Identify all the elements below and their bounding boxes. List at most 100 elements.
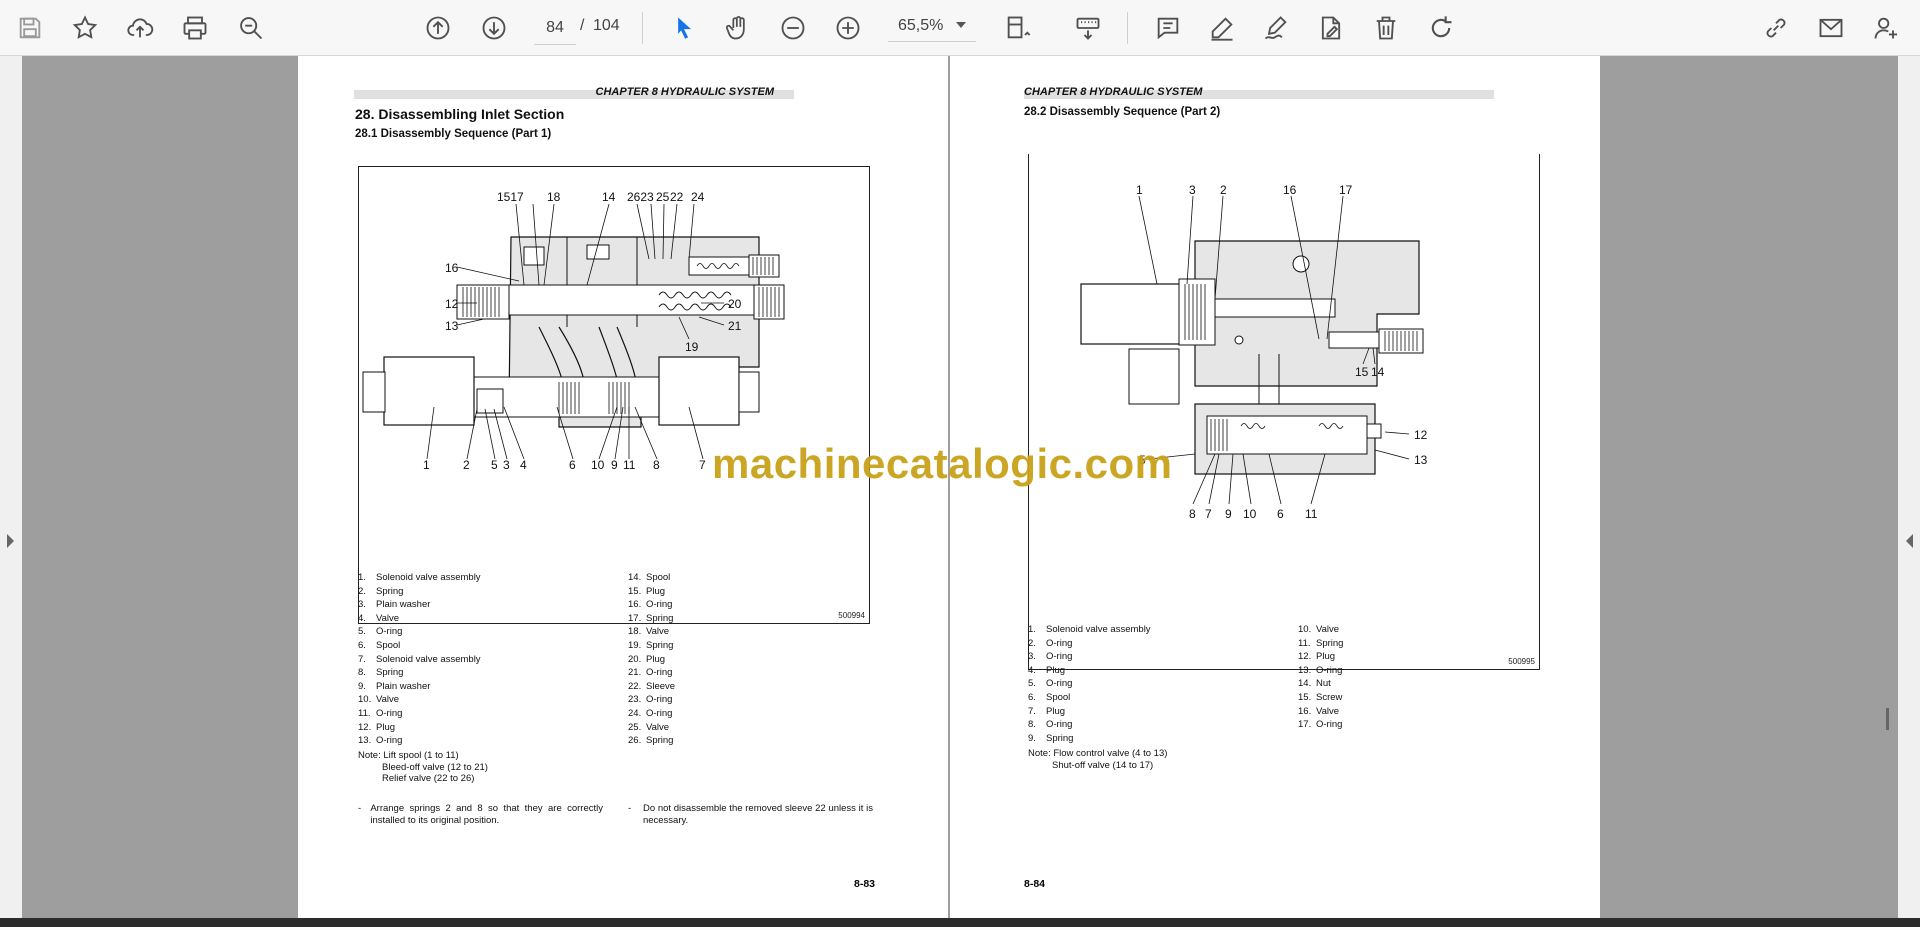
parts-list-col2: 14. Spool 15. Plug 16. O-ring 17. Spring 18.… (628, 571, 675, 748)
diagram-inlet-section-part2: 1 3 2 16 17 15 14 12 13 5 8 7 9 10 6 11 … (1028, 154, 1540, 670)
select-cursor-icon[interactable] (666, 10, 702, 46)
callout-9: 9 (1225, 507, 1232, 521)
list-item: 1. Solenoid valve assembly (1028, 624, 1151, 635)
page-up-icon[interactable] (420, 10, 456, 46)
share-link-icon[interactable] (1758, 10, 1794, 46)
callout-12: 12 (445, 297, 459, 311)
callout-5: 5 (491, 458, 498, 472)
callout-6: 6 (569, 458, 576, 472)
instruction-bullet: - Arrange springs 2 and 8 so that they ar… (358, 803, 603, 826)
list-item: 9. Spring (1028, 732, 1074, 744)
callout-24: 24 (691, 190, 705, 204)
list-item: 15. Plug (628, 585, 666, 597)
list-item: 11. O-ring (358, 707, 403, 719)
edit-document-icon[interactable] (1313, 10, 1349, 46)
list-item: 6. Spool (1028, 691, 1071, 703)
callout-10: 10 (591, 458, 605, 472)
list-item: 5. O-ring (358, 626, 403, 638)
chevron-right-icon (7, 534, 14, 548)
list-item: 13. O-ring (1298, 664, 1343, 676)
list-item: 2. O-ring (1028, 637, 1073, 649)
callout-7: 7 (1205, 507, 1212, 521)
list-item: 24. O-ring (628, 707, 673, 719)
delete-trash-icon[interactable] (1368, 10, 1404, 46)
note-line: Relief valve (22 to 26) (382, 773, 475, 784)
list-item: 4. Plug (1028, 664, 1066, 676)
section-title: 28. Disassembling Inlet Section (355, 106, 565, 122)
page-number: 8-84 (1024, 878, 1046, 890)
callout-13: 13 (1414, 453, 1428, 467)
note-line: Note: Lift spool (1 to 11) (358, 750, 459, 761)
page-number-input[interactable] (534, 12, 576, 45)
list-item: 8. O-ring (1028, 719, 1073, 731)
subsection-title: 28.1 Disassembly Sequence (Part 1) (355, 128, 552, 140)
callout-15-17: 1517 (497, 190, 524, 204)
figure-number: 500995 (1508, 657, 1535, 666)
callout-6: 6 (1277, 507, 1284, 521)
callout-25: 25 (656, 190, 670, 204)
right-panel-toggle[interactable] (1898, 56, 1920, 918)
list-item: 4. Valve (358, 612, 400, 624)
left-panel-toggle[interactable] (0, 56, 22, 918)
list-item: 10. Valve (358, 694, 400, 706)
callout-1: 1 (423, 458, 430, 472)
list-item: 9. Plain washer (358, 680, 431, 692)
callout-1: 1 (1136, 183, 1143, 197)
chapter-header: CHAPTER 8 HYDRAULIC SYSTEM (595, 86, 774, 98)
list-item: 16. O-ring (628, 599, 673, 611)
scrollbar-thumb[interactable] (1886, 708, 1889, 730)
print-icon[interactable] (177, 10, 213, 46)
hand-pan-icon[interactable] (720, 10, 756, 46)
bookmark-star-icon[interactable] (67, 10, 103, 46)
chevron-left-icon (1906, 534, 1913, 548)
page-separator: / (580, 17, 585, 34)
search-zoom-icon[interactable] (233, 10, 269, 46)
comment-icon[interactable] (1150, 10, 1186, 46)
callout-2: 2 (463, 458, 470, 472)
page-down-icon[interactable] (476, 10, 512, 46)
note-line: Bleed-off valve (12 to 21) (382, 762, 488, 773)
callout-2: 2 (1220, 183, 1227, 197)
list-item: 25. Valve (628, 721, 670, 733)
list-item: 22. Sleeve (628, 680, 676, 692)
list-item: 7. Solenoid valve assembly (358, 653, 481, 665)
keyboard-scroll-icon[interactable] (1070, 10, 1106, 46)
zoom-in-icon[interactable] (830, 10, 866, 46)
toolbar-divider (1127, 12, 1128, 44)
upload-cloud-icon[interactable] (122, 10, 158, 46)
list-item: 1. Solenoid valve assembly (358, 572, 481, 583)
callout-16: 16 (1283, 183, 1297, 197)
callout-21: 21 (728, 319, 742, 333)
highlight-pen-icon[interactable] (1204, 10, 1240, 46)
chevron-down-icon[interactable] (956, 22, 966, 28)
note-line: Shut-off valve (14 to 17) (1052, 760, 1154, 771)
figure-number: 500994 (838, 611, 865, 620)
chapter-header: CHAPTER 8 HYDRAULIC SYSTEM (1024, 86, 1203, 98)
save-icon[interactable] (12, 10, 48, 46)
total-pages: 104 (593, 17, 620, 34)
list-item: 11. Spring (1298, 637, 1344, 649)
page-fit-icon[interactable] (1000, 10, 1036, 46)
list-item: 17. Spring (628, 612, 674, 624)
rotate-icon[interactable] (1423, 10, 1459, 46)
callout-3: 3 (503, 458, 510, 472)
diagram-inlet-section-part1: 1517 18 14 2623 25 22 24 16 12 13 20 21 … (358, 166, 870, 624)
draw-sign-icon[interactable] (1258, 10, 1294, 46)
list-item: 10. Valve (1298, 624, 1340, 635)
list-item: 8. Spring (358, 667, 404, 679)
list-item: 12. Plug (1298, 651, 1336, 663)
callout-16: 16 (445, 261, 459, 275)
list-item: 23. O-ring (628, 694, 673, 706)
add-user-icon[interactable] (1868, 10, 1904, 46)
email-icon[interactable] (1813, 10, 1849, 46)
callout-14: 14 (602, 190, 616, 204)
zoom-out-icon[interactable] (775, 10, 811, 46)
list-item: 7. Plug (1028, 705, 1066, 717)
callout-8: 8 (653, 458, 660, 472)
status-bar (0, 918, 1920, 927)
list-item: 5. O-ring (1028, 678, 1073, 690)
callout-19: 19 (685, 340, 699, 354)
page-number: 8-83 (854, 878, 876, 890)
list-item: 6. Spool (358, 639, 401, 651)
list-item: 3. O-ring (1028, 651, 1073, 663)
